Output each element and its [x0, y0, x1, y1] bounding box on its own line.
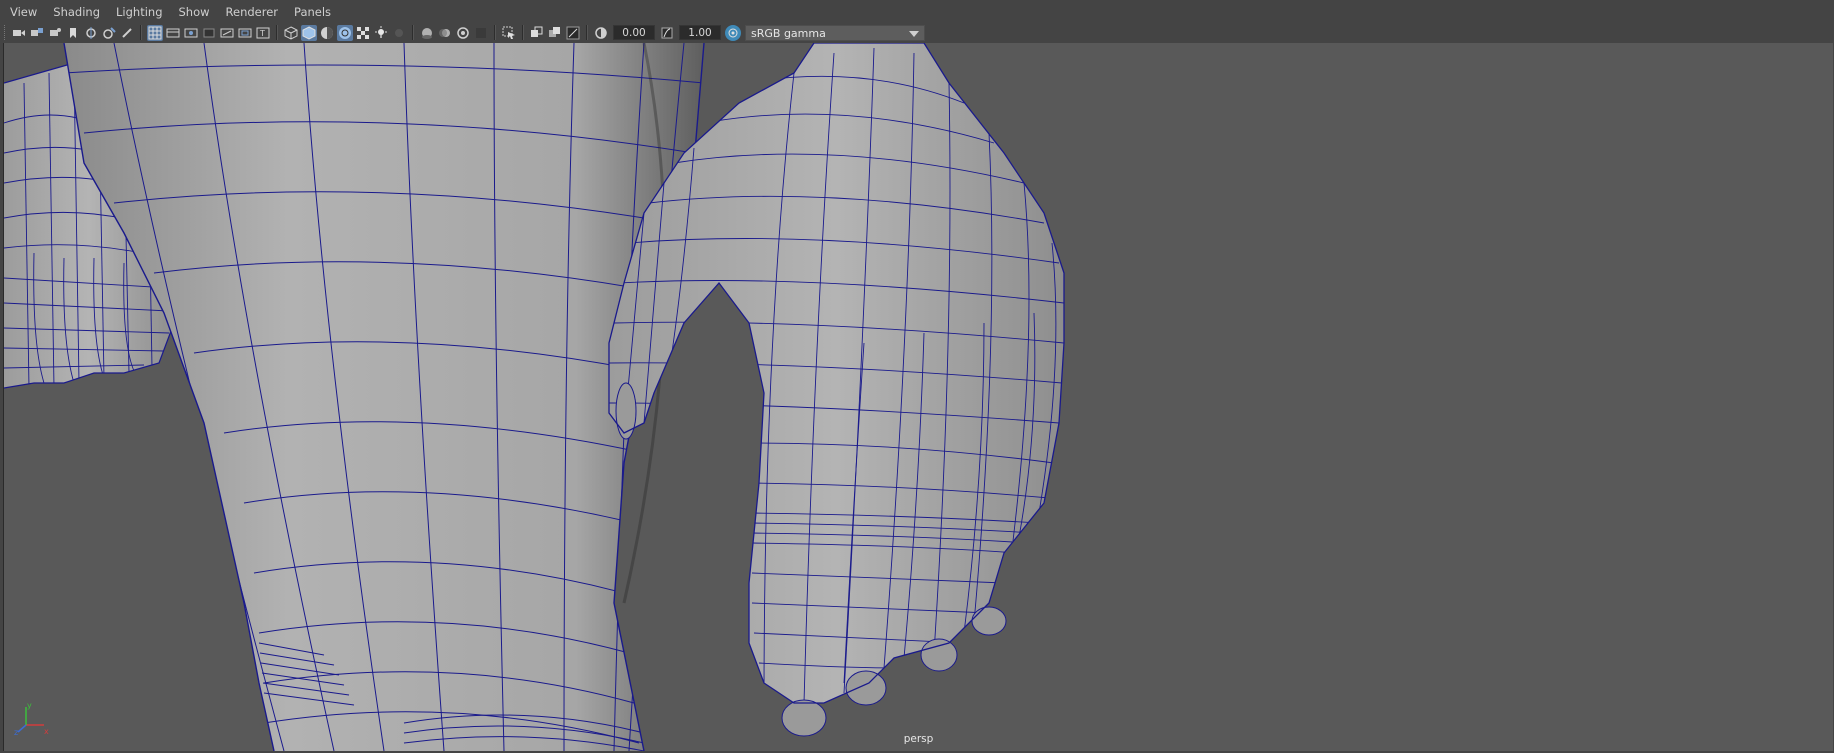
resolution-gate-icon[interactable] [183, 25, 199, 41]
menu-renderer[interactable]: Renderer [218, 0, 287, 22]
use-all-lights-icon[interactable] [373, 25, 389, 41]
xray-joints-icon[interactable] [565, 25, 581, 41]
screen-space-ao-icon[interactable] [419, 25, 435, 41]
axis-y-label: y [27, 701, 32, 710]
xray-active-components-icon[interactable] [547, 25, 563, 41]
toolbar-separator [522, 25, 524, 40]
color-space-label: sRGB gamma [751, 26, 826, 40]
svg-text:T: T [259, 29, 265, 38]
torso-mesh[interactable] [63, 43, 705, 751]
axis-gizmo-icon: x y z [14, 701, 49, 737]
toolbar-separator [412, 25, 414, 40]
wireframe-on-shaded-icon[interactable] [337, 24, 353, 41]
image-plane-icon[interactable] [65, 25, 81, 41]
toolbar-separator [276, 25, 278, 40]
2d-pan-zoom-icon[interactable] [83, 25, 99, 41]
shadows-icon[interactable] [391, 25, 407, 41]
gate-mask-icon[interactable] [201, 25, 217, 41]
menu-view[interactable]: View [0, 0, 45, 22]
menu-panels[interactable]: Panels [286, 0, 339, 22]
motion-blur-icon[interactable] [437, 25, 453, 41]
maya-viewport-panel: View Shading Lighting Show Renderer Pane… [0, 0, 1834, 753]
scene-render [4, 43, 1065, 751]
pencil-icon[interactable] [119, 25, 135, 41]
camera-attributes-icon[interactable] [29, 25, 45, 41]
grease-pencil-icon[interactable] [101, 25, 117, 41]
gamma-field[interactable]: 1.00 [679, 25, 721, 40]
depth-of-field-icon[interactable] [473, 25, 489, 41]
bookmarks-icon[interactable] [47, 25, 63, 41]
safe-action-icon[interactable] [237, 25, 253, 41]
view-transform-icon[interactable] [725, 24, 741, 41]
panel-menu-bar: View Shading Lighting Show Renderer Pane… [0, 0, 1834, 23]
isolate-select-icon[interactable] [501, 25, 517, 41]
color-space-dropdown[interactable]: sRGB gamma [745, 24, 925, 41]
film-gate-icon[interactable] [165, 25, 181, 41]
toolbar-separator [140, 25, 142, 40]
smooth-shade-icon[interactable] [301, 24, 317, 41]
menu-shading[interactable]: Shading [45, 0, 108, 22]
panel-toolbar: T 0.00 1.00 sRGB gamma [0, 22, 1834, 43]
gamma-icon[interactable] [659, 25, 675, 41]
toolbar-separator [586, 25, 588, 40]
menu-lighting[interactable]: Lighting [108, 0, 170, 22]
chevron-down-icon [909, 30, 919, 37]
anti-aliasing-icon[interactable] [455, 25, 471, 41]
grid-icon[interactable] [147, 24, 163, 41]
safe-title-icon[interactable]: T [255, 25, 271, 41]
field-chart-icon[interactable] [219, 25, 235, 41]
xray-icon[interactable] [529, 25, 545, 41]
3d-viewport[interactable]: x y z persp [3, 43, 1833, 751]
default-material-icon[interactable] [319, 25, 335, 41]
toolbar-separator [494, 25, 496, 40]
select-camera-icon[interactable] [11, 25, 27, 41]
camera-name-label: persp [903, 733, 934, 745]
textured-icon[interactable] [355, 25, 371, 41]
toolbar-grip[interactable] [4, 25, 8, 40]
menu-show[interactable]: Show [171, 0, 218, 22]
exposure-icon[interactable] [593, 25, 609, 41]
wireframe-icon[interactable] [283, 25, 299, 41]
exposure-field[interactable]: 0.00 [613, 25, 655, 40]
